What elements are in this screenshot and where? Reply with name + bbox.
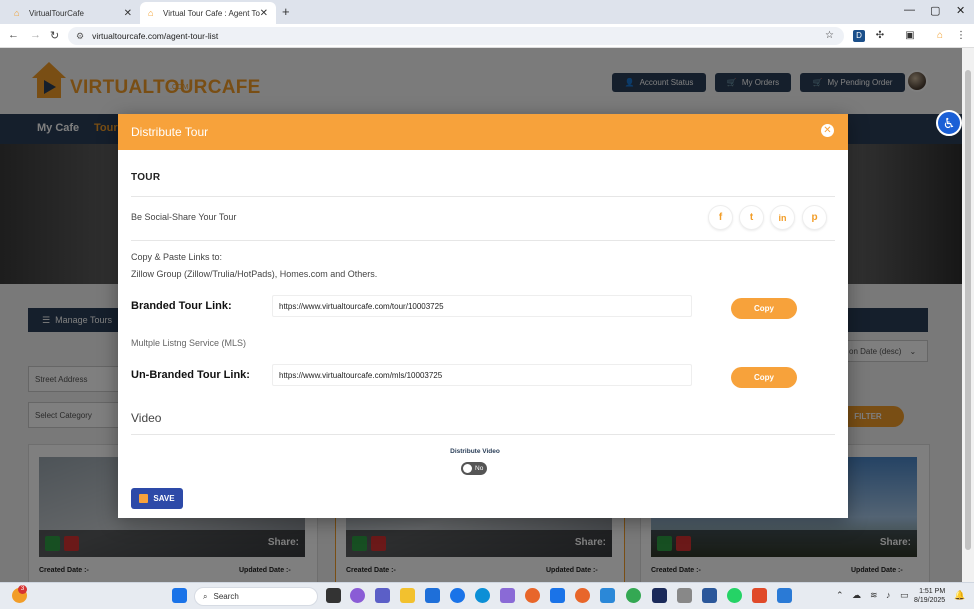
extension-d-icon[interactable]: D: [853, 30, 865, 42]
scrollbar-thumb[interactable]: [965, 70, 971, 550]
distribute-tour-modal: Distribute Tour ✕ TOUR Be Social-Share Y…: [118, 114, 848, 518]
calculator-icon[interactable]: [677, 588, 692, 603]
taskbar-clock[interactable]: 1:51 PM 8/19/2025: [914, 587, 945, 605]
toggle-value: No: [475, 465, 484, 472]
notification-badge: 3: [18, 585, 27, 594]
clock-date: 8/19/2025: [914, 597, 946, 604]
close-icon[interactable]: ✕: [821, 124, 834, 137]
site-favicon-icon: ⌂: [148, 7, 154, 18]
cloud-icon[interactable]: ☁: [852, 590, 861, 601]
browser-tab-active[interactable]: ⌂ Virtual Tour Cafe : Agent Tour L ✕: [140, 2, 276, 24]
pinterest-icon[interactable]: p: [802, 205, 827, 230]
address-bar: ← → ↻ ⚙ virtualtourcafe.com/agent-tour-l…: [0, 24, 974, 48]
volume-icon[interactable]: ♪: [886, 590, 891, 600]
extensions-puzzle-icon[interactable]: ✣: [874, 30, 886, 42]
battery-icon[interactable]: ▭: [900, 590, 909, 601]
tray-chevron-icon[interactable]: ⌃: [836, 590, 844, 601]
toggle-knob: [463, 464, 472, 473]
app-icon[interactable]: [550, 588, 565, 603]
site-favicon-icon: ⌂: [14, 7, 20, 18]
modal-title: Distribute Tour: [131, 125, 209, 139]
url-text: virtualtourcafe.com/agent-tour-list: [92, 31, 219, 41]
back-icon[interactable]: ←: [8, 29, 19, 41]
chrome-icon[interactable]: [626, 588, 641, 603]
unbranded-link-field[interactable]: https://www.virtualtourcafe.com/mls/1000…: [272, 364, 692, 386]
edge-icon[interactable]: [475, 588, 490, 603]
page-scrollbar[interactable]: [962, 48, 974, 582]
distribute-video-label: Distribute Video: [450, 448, 500, 455]
app-icon[interactable]: [752, 588, 767, 603]
save-button[interactable]: SAVE: [131, 488, 183, 509]
close-tab-icon[interactable]: ✕: [260, 8, 268, 19]
url-field[interactable]: ⚙ virtualtourcafe.com/agent-tour-list ☆: [68, 27, 844, 45]
side-panel-icon[interactable]: ▣: [904, 30, 916, 42]
browser-tab-bar: ⌂ VirtualTourCafe ✕ ⌂ Virtual Tour Cafe …: [0, 0, 974, 24]
clock-time: 1:51 PM: [919, 588, 946, 595]
twitter-icon[interactable]: t: [739, 205, 764, 230]
divider: [131, 196, 835, 197]
copilot-icon[interactable]: [350, 588, 365, 603]
save-icon: [139, 494, 149, 503]
app-icon[interactable]: [652, 588, 667, 603]
app-icon[interactable]: [500, 588, 515, 603]
browser-tab[interactable]: ⌂ VirtualTourCafe ✕: [6, 2, 140, 24]
branded-link-label: Branded Tour Link:: [131, 300, 232, 312]
facebook-icon[interactable]: f: [708, 205, 733, 230]
social-share-label: Be Social-Share Your Tour: [131, 212, 237, 222]
file-explorer-icon[interactable]: [400, 588, 415, 603]
copy-paste-label: Copy & Paste Links to:: [131, 252, 223, 262]
linkedin-icon[interactable]: in: [770, 205, 795, 230]
divider: [131, 240, 835, 241]
forward-icon[interactable]: →: [30, 29, 41, 41]
tab-title: Virtual Tour Cafe : Agent Tour L: [163, 8, 260, 18]
task-view-icon[interactable]: [326, 588, 341, 603]
save-label: SAVE: [153, 494, 175, 503]
modal-header: Distribute Tour ✕: [118, 114, 848, 150]
search-placeholder: Search: [213, 592, 239, 601]
site-settings-icon[interactable]: ⚙: [76, 31, 84, 42]
windows-taskbar: 3 ⌕ Search ⌃ ☁ ≋ ♪ ▭ 1:51 PM 8/19/2025 🔔: [0, 582, 974, 609]
video-section-title: Video: [131, 411, 162, 425]
section-title: TOUR: [131, 172, 161, 183]
divider: [131, 434, 835, 435]
reload-icon[interactable]: ↻: [50, 29, 59, 42]
site-extension-icon[interactable]: ⌂: [934, 30, 946, 42]
app-icon[interactable]: [575, 588, 590, 603]
maximize-icon[interactable]: ▢: [930, 4, 940, 17]
notification-bell-icon[interactable]: 🔔: [954, 590, 965, 601]
app-icon[interactable]: [450, 588, 465, 603]
distribute-video-toggle[interactable]: No: [461, 462, 487, 475]
copy-paste-targets: Zillow Group (Zillow/Trulia/HotPads), Ho…: [131, 269, 378, 279]
search-icon: ⌕: [203, 591, 208, 601]
minimize-icon[interactable]: —: [904, 4, 915, 16]
branded-link-field[interactable]: https://www.virtualtourcafe.com/tour/100…: [272, 295, 692, 317]
copy-branded-button[interactable]: Copy: [731, 298, 797, 319]
mls-label: Multple Listng Service (MLS): [131, 338, 247, 348]
bookmark-star-icon[interactable]: ☆: [825, 30, 834, 41]
word-icon[interactable]: [702, 588, 717, 603]
unbranded-link-label: Un-Branded Tour Link:: [131, 369, 250, 381]
close-window-icon[interactable]: ✕: [956, 4, 965, 17]
close-tab-icon[interactable]: ✕: [124, 8, 132, 19]
start-icon[interactable]: [172, 588, 187, 603]
teams-icon[interactable]: [375, 588, 390, 603]
whatsapp-icon[interactable]: [727, 588, 742, 603]
store-icon[interactable]: [425, 588, 440, 603]
copy-unbranded-button[interactable]: Copy: [731, 367, 797, 388]
app-icon[interactable]: [600, 588, 615, 603]
firefox-icon[interactable]: [525, 588, 540, 603]
accessibility-icon[interactable]: ♿: [936, 110, 962, 136]
tab-title: VirtualTourCafe: [29, 8, 84, 18]
app-icon[interactable]: [777, 588, 792, 603]
browser-menu-icon[interactable]: ⋮: [955, 30, 967, 42]
new-tab-icon[interactable]: +: [282, 4, 290, 19]
taskbar-search[interactable]: ⌕ Search: [194, 587, 318, 606]
wifi-icon[interactable]: ≋: [870, 590, 878, 601]
